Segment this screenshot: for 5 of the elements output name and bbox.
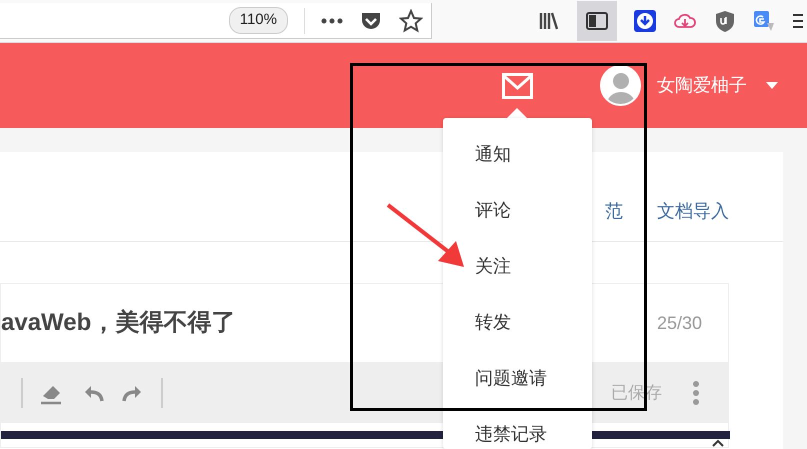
editor-tab[interactable]: 文档导入 <box>657 198 729 225</box>
editor-tab[interactable]: 范 <box>605 198 623 225</box>
zoom-level[interactable]: 110% <box>228 7 288 34</box>
character-count: 25/30 <box>656 312 702 334</box>
article-title[interactable]: avaWeb，美得不得了 <box>1 305 236 341</box>
